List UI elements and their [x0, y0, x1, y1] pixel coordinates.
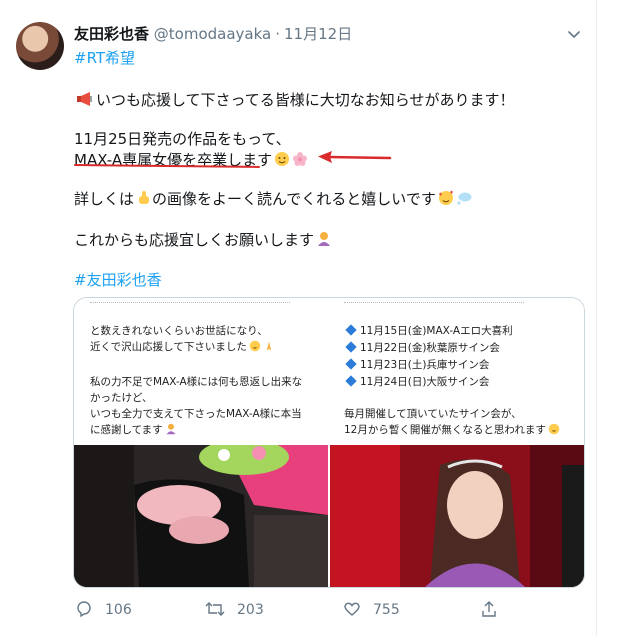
- retweet-icon: [205, 602, 225, 616]
- tweet-date[interactable]: 11月12日: [284, 25, 352, 43]
- hashtag-link[interactable]: #RT希望: [74, 47, 135, 68]
- media-image-1[interactable]: と数えきれないくらいお世話になり、 近くで沢山応援して下さいました 私の力不足で…: [74, 298, 328, 443]
- like-count: 755: [373, 602, 400, 618]
- closing-text: これからも応援宜しくお願いします: [74, 231, 315, 249]
- share-icon: [482, 601, 496, 617]
- folded-hands-icon: [266, 341, 272, 351]
- crying-smile-icon: [249, 340, 261, 352]
- display-name[interactable]: 友田彩也香: [74, 25, 149, 43]
- image-text-line: 近くで沢山応援して下さいました: [90, 339, 275, 354]
- retweet-count: 203: [237, 602, 264, 618]
- thought-balloon-icon: [457, 192, 472, 205]
- avatar[interactable]: [16, 22, 64, 70]
- announcement-text: いつも応援して下さってる皆様に大切なお知らせがあります！: [96, 91, 515, 109]
- reply-count: 106: [105, 602, 132, 618]
- share-action[interactable]: [480, 600, 510, 620]
- tweet-text-line-5: これからも応援宜しくお願いします: [74, 229, 332, 250]
- tweet-text-line-1: いつも応援して下さってる皆様に大切なお知らせがあります！: [74, 89, 515, 110]
- image-text-line: 私の力不足でMAX-A様には何も恩返し出来な: [90, 376, 303, 388]
- cropped-text-line: [90, 298, 290, 303]
- tweet-media-grid: と数えきれないくらいお世話になり、 近くで沢山応援して下さいました 私の力不足で…: [73, 297, 585, 588]
- reply-action[interactable]: 106: [75, 600, 132, 620]
- tweet-card: 友田彩也香 @tomodaayaka · 11月12日 #RT希望 いつも応援して下…: [0, 0, 597, 635]
- red-arrow-annotation: [318, 151, 392, 163]
- heart-icon: [344, 602, 360, 616]
- image-text-line: かったけど、: [90, 392, 153, 404]
- person-bowing-icon: [318, 232, 331, 246]
- image-text-line: 毎月開催して頂いていたサイン会が、: [344, 408, 522, 420]
- chevron-down-icon[interactable]: [566, 26, 582, 42]
- image-text-line: と数えきれないくらいお世話になり、: [90, 325, 268, 337]
- media-photo-stage[interactable]: [330, 445, 584, 587]
- blue-diamond-icon: [345, 358, 357, 370]
- smiling-face-hearts-icon: [438, 190, 453, 205]
- tweet-text-line-2: 11月25日発売の作品をもって、: [74, 130, 291, 148]
- like-action[interactable]: 755: [343, 600, 400, 620]
- smiling-face-icon: [275, 152, 290, 166]
- tweet-text-line-4: 詳しくは の画像をよーく読んでくれると嬉しいです: [74, 188, 472, 209]
- reply-icon: [77, 601, 91, 618]
- media-image-2[interactable]: 11月15日(金)MAX-Aエロ大喜利 11月22日(金)秋葉原サイン会 11月…: [330, 298, 584, 443]
- separator: ·: [275, 25, 281, 43]
- tweet-header: 友田彩也香 @tomodaayaka · 11月12日: [74, 23, 352, 44]
- image-text-line: 12月から暫く開催が無くなると思われます: [344, 422, 560, 437]
- image-text-line: いつも全力で支えて下さったMAX-A様に本当: [90, 408, 302, 420]
- blue-diamond-icon: [345, 341, 357, 353]
- details-text-end: の画像をよーく読んでくれると嬉しいです: [152, 190, 436, 208]
- stage-photo: [330, 445, 584, 587]
- retweet-action[interactable]: 203: [205, 600, 264, 620]
- event-list-item: 11月24日(日)大阪サイン会: [344, 374, 489, 389]
- hashtag-name-link[interactable]: #友田彩也香: [74, 269, 162, 290]
- details-text-start: 詳しくは: [74, 190, 135, 208]
- cherry-blossom-icon: [293, 152, 308, 166]
- bouquet-photo: [74, 445, 328, 587]
- event-list-item: 11月15日(金)MAX-Aエロ大喜利: [344, 323, 513, 338]
- megaphone-icon: [77, 92, 92, 106]
- handle[interactable]: @tomodaayaka: [154, 25, 271, 43]
- image-text-line: に感謝してます: [90, 422, 177, 437]
- event-list-item: 11月23日(土)兵庫サイン会: [344, 357, 489, 372]
- person-bowing-icon: [166, 423, 176, 435]
- blue-diamond-icon: [345, 375, 357, 387]
- pointing-down-icon: [139, 191, 150, 204]
- media-photo-bouquet[interactable]: [74, 445, 328, 587]
- crying-smile-icon: [548, 423, 560, 435]
- blue-diamond-icon: [345, 324, 357, 336]
- event-list-item: 11月22日(金)秋葉原サイン会: [344, 340, 500, 355]
- cropped-text-line: [344, 298, 524, 303]
